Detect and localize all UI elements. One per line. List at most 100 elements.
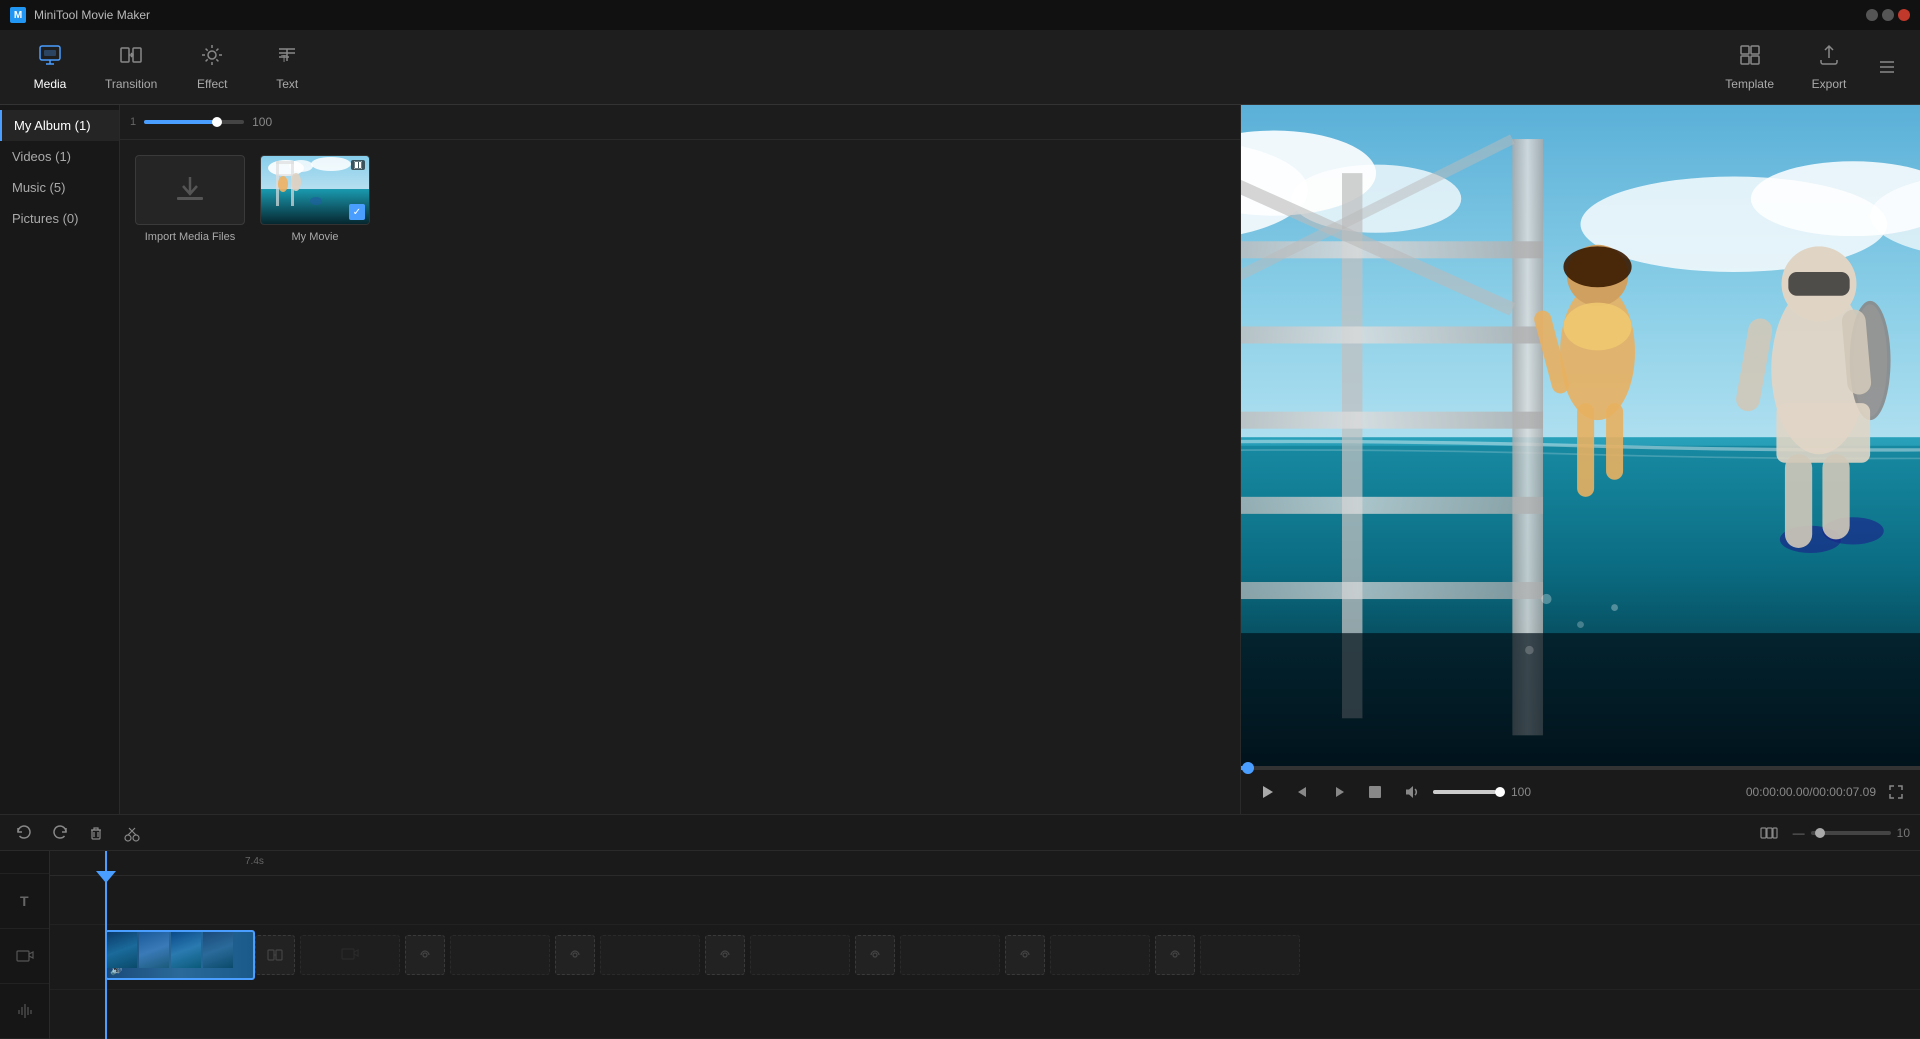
- sidebar-item-pictures[interactable]: Pictures (0): [0, 203, 119, 234]
- toolbar-effect[interactable]: Effect: [177, 35, 247, 99]
- cut-button[interactable]: [118, 819, 146, 847]
- media-item-import[interactable]: Import Media Files: [135, 155, 245, 243]
- slider-fill: [144, 120, 214, 124]
- audio-track-label: [0, 984, 49, 1039]
- my-movie-label: My Movie: [291, 231, 338, 243]
- transition-slot-1[interactable]: [255, 935, 295, 975]
- storyboard-toggle[interactable]: [1755, 819, 1783, 847]
- toolbar-export[interactable]: Export: [1794, 35, 1864, 99]
- delete-button[interactable]: [82, 819, 110, 847]
- volume-thumb: [1495, 787, 1505, 797]
- titlebar: M MiniTool Movie Maker: [0, 0, 1920, 30]
- transition-slot-5[interactable]: [855, 935, 895, 975]
- sidebar: My Album (1) Videos (1) Music (5) Pictur…: [0, 105, 120, 814]
- volume-slider[interactable]: [1433, 790, 1503, 794]
- transition-slot-6[interactable]: [1005, 935, 1045, 975]
- undo-button[interactable]: [10, 819, 38, 847]
- toolbar-template[interactable]: Template: [1710, 35, 1789, 99]
- video-thumb[interactable]: ✓: [260, 155, 370, 225]
- audio-track-icon: [16, 1002, 34, 1020]
- slider-thumb: [212, 117, 222, 127]
- check-badge: ✓: [349, 204, 365, 220]
- zoom-area: — 10: [1793, 826, 1910, 840]
- slider-min: 1: [130, 116, 136, 128]
- import-thumb[interactable]: [135, 155, 245, 225]
- clip-frame-1: [107, 932, 137, 968]
- import-icon: [172, 172, 208, 208]
- toolbar-text-label: Text: [276, 77, 298, 91]
- time-display: 00:00:00.00/00:00:07.09: [1746, 785, 1876, 799]
- track-labels: T: [0, 851, 50, 1039]
- play-button[interactable]: [1253, 778, 1281, 806]
- toolbar: Media Transition Effect T Text: [0, 30, 1920, 105]
- media-toolbar: 1 100: [120, 105, 1240, 140]
- stop-button[interactable]: [1361, 778, 1389, 806]
- clip-frame-4: [203, 932, 233, 968]
- video-track-icon: [16, 947, 34, 965]
- media-item-my-movie[interactable]: ✓ My Movie: [260, 155, 370, 243]
- app-icon: M: [10, 7, 26, 23]
- sidebar-item-my-album[interactable]: My Album (1): [0, 110, 119, 141]
- zoom-thumb: [1815, 828, 1825, 838]
- timeline-area: — 10 T: [0, 814, 1920, 1039]
- transition-icon: [119, 43, 143, 73]
- minimize-button[interactable]: [1866, 9, 1878, 21]
- time-current: 00:00:00.00: [1746, 785, 1809, 799]
- titlebar-controls[interactable]: [1866, 9, 1910, 21]
- zoom-value: 10: [1897, 826, 1910, 840]
- menu-button[interactable]: [1869, 49, 1905, 85]
- sidebar-item-videos[interactable]: Videos (1): [0, 141, 119, 172]
- toolbar-media[interactable]: Media: [15, 35, 85, 99]
- sidebar-item-music[interactable]: Music (5): [0, 172, 119, 203]
- next-frame-button[interactable]: [1325, 778, 1353, 806]
- empty-clip-7: [1200, 935, 1300, 975]
- volume-button[interactable]: [1397, 778, 1425, 806]
- preview-progress[interactable]: [1241, 766, 1920, 770]
- template-icon: [1738, 43, 1762, 73]
- empty-clip-1: [300, 935, 400, 975]
- clip-frame-2: [139, 932, 169, 968]
- effect-icon: [200, 43, 224, 73]
- video-clip[interactable]: 🔊: [105, 930, 255, 980]
- video-track-label: [0, 929, 49, 984]
- text-icon: T: [275, 43, 299, 73]
- media-icon: [38, 43, 62, 73]
- timeline-ruler: 7.4s: [50, 851, 1920, 876]
- toolbar-transition[interactable]: Transition: [90, 35, 172, 99]
- prev-frame-button[interactable]: [1289, 778, 1317, 806]
- empty-clip-3: [600, 935, 700, 975]
- transition-slot-4[interactable]: [705, 935, 745, 975]
- empty-clip-5: [900, 935, 1000, 975]
- empty-clip-2: [450, 935, 550, 975]
- slider-value: 100: [252, 115, 272, 129]
- preview-controls: 100 00:00:00.00/00:00:07.09: [1241, 770, 1920, 814]
- toolbar-text[interactable]: T Text: [252, 35, 322, 99]
- media-grid: Import Media Files: [120, 140, 1240, 814]
- preview-video: [1241, 105, 1920, 766]
- size-slider[interactable]: [144, 120, 244, 124]
- transition-slot-7[interactable]: [1155, 935, 1195, 975]
- media-panel: 1 100 Import Media Files: [120, 105, 1240, 814]
- transition-slot-3[interactable]: [555, 935, 595, 975]
- main-content: My Album (1) Videos (1) Music (5) Pictur…: [0, 105, 1920, 814]
- text-track-label: T: [0, 874, 49, 929]
- text-track-row: [50, 876, 1920, 925]
- video-track-row: 🔊: [50, 925, 1920, 989]
- toolbar-media-label: Media: [34, 77, 67, 91]
- toolbar-effect-label: Effect: [197, 77, 227, 91]
- toolbar-template-label: Template: [1725, 77, 1774, 91]
- ruler-mark-74s: 7.4s: [245, 856, 264, 867]
- video-indicator: [351, 160, 365, 170]
- export-icon: [1817, 43, 1841, 73]
- redo-button[interactable]: [46, 819, 74, 847]
- preview-scene-svg: [1241, 105, 1920, 766]
- clip-frame-3: [171, 932, 201, 968]
- fullscreen-button[interactable]: [1884, 780, 1908, 804]
- close-button[interactable]: [1898, 9, 1910, 21]
- import-label: Import Media Files: [145, 231, 235, 243]
- zoom-slider[interactable]: [1811, 831, 1891, 835]
- timeline-toolbar: — 10: [0, 815, 1920, 851]
- ruler-spacer: [0, 851, 49, 874]
- transition-slot-2[interactable]: [405, 935, 445, 975]
- maximize-button[interactable]: [1882, 9, 1894, 21]
